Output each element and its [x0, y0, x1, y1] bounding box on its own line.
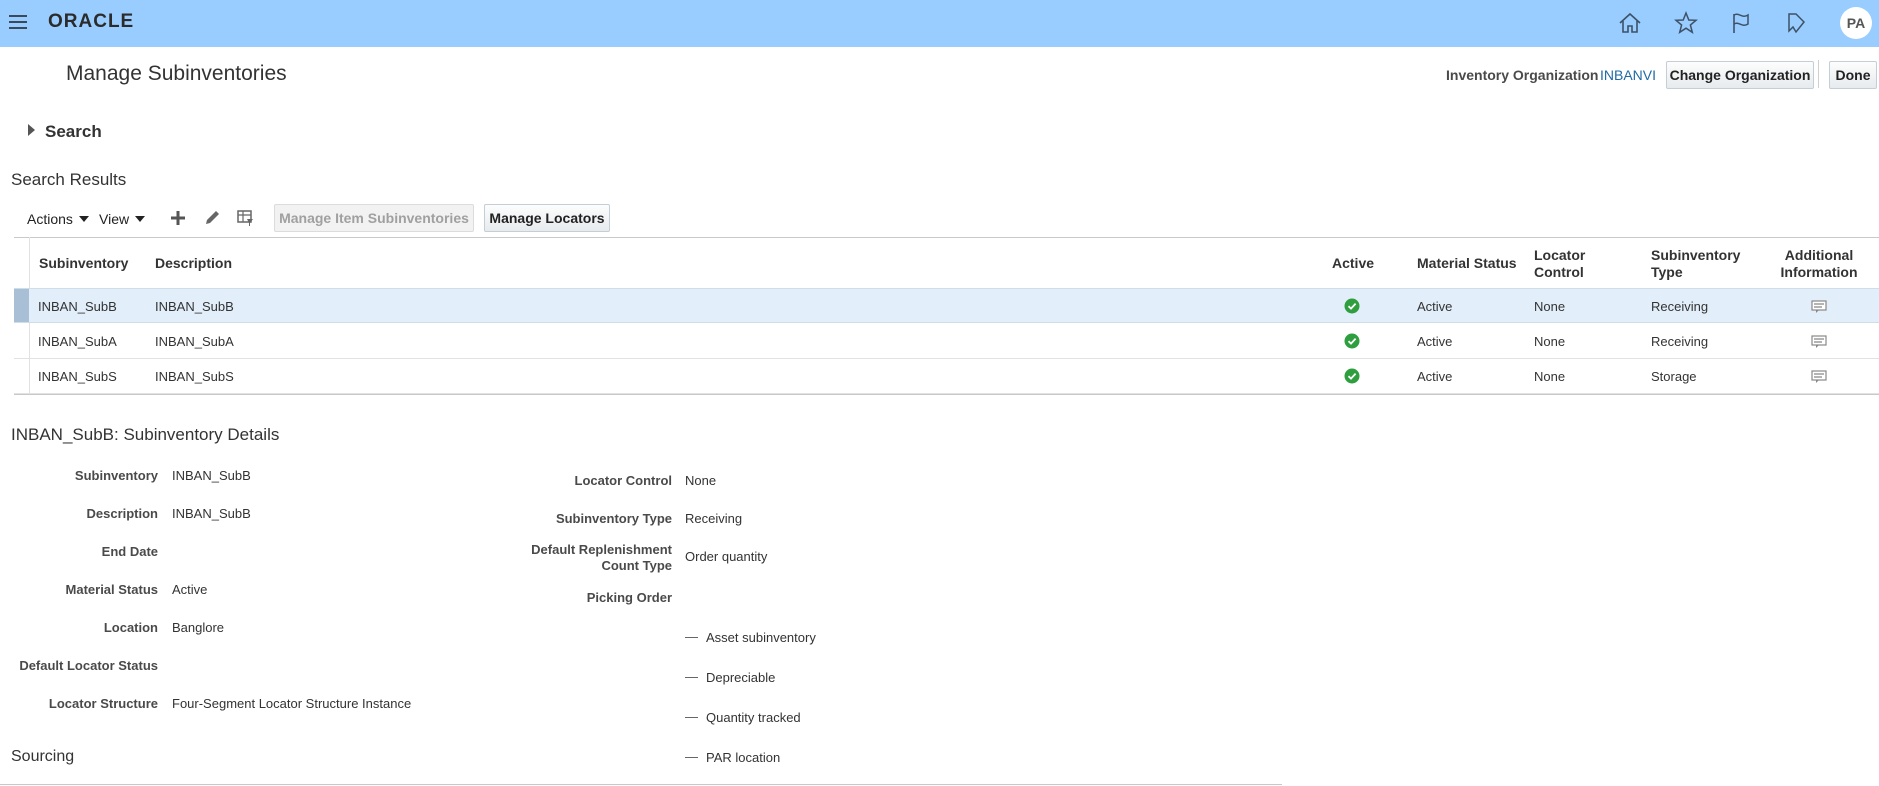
cell-locator-control: None: [1534, 369, 1566, 384]
cell-subinventory-type: Receiving: [1651, 334, 1709, 349]
view-menu[interactable]: View: [99, 211, 146, 227]
inventory-organization-value: INBANVI: [1600, 67, 1657, 83]
cell-material-status: Active: [1417, 299, 1453, 314]
default-replenishment-count-type-value: Order quantity: [685, 549, 768, 564]
subinventory-value: INBAN_SubB: [172, 468, 251, 483]
table-row[interactable]: INBAN_SubB INBAN_SubB Active None Receiv…: [14, 288, 1879, 323]
change-organization-button[interactable]: Change Organization: [1666, 61, 1814, 89]
favorites-star-icon[interactable]: [1673, 10, 1699, 36]
page-title: Manage Subinventories: [66, 62, 287, 85]
column-header-active[interactable]: Active: [1332, 255, 1374, 272]
search-label: Search: [45, 122, 102, 141]
oracle-logo: ORACLE: [48, 11, 135, 32]
picking-order-label: Picking Order: [586, 590, 672, 605]
cell-locator-control: None: [1534, 299, 1566, 314]
chevron-down-icon: [135, 216, 146, 222]
search-section-toggle[interactable]: Search: [28, 122, 102, 142]
material-status-value: Active: [172, 582, 208, 597]
par-location-checkbox: PAR location: [685, 750, 780, 765]
subinventory-type-value: Receiving: [685, 511, 743, 526]
search-results-title: Search Results: [11, 170, 127, 189]
additional-information-icon[interactable]: [1811, 300, 1827, 314]
active-check-icon: [1344, 368, 1360, 384]
row-selector: [14, 289, 29, 322]
done-button[interactable]: Done: [1829, 61, 1877, 89]
material-status-label: Material Status: [65, 582, 158, 597]
active-check-icon: [1344, 333, 1360, 349]
global-header: ORACLE PA: [0, 0, 1879, 47]
cell-description: INBAN_SubS: [155, 369, 234, 384]
column-header-additional-information[interactable]: Additional Information: [1779, 247, 1859, 281]
table-row[interactable]: INBAN_SubA INBAN_SubA Active None Receiv…: [14, 324, 1879, 359]
cell-material-status: Active: [1417, 334, 1453, 349]
expand-triangle-icon: [28, 124, 35, 136]
column-header-material-status[interactable]: Material Status: [1417, 255, 1517, 272]
notifications-icon[interactable]: [1782, 10, 1808, 36]
manage-locators-button[interactable]: Manage Locators: [484, 204, 610, 232]
table-row[interactable]: INBAN_SubS INBAN_SubS Active None Storag…: [14, 359, 1879, 394]
locator-structure-label: Locator Structure: [48, 696, 158, 711]
manage-item-subinventories-button[interactable]: Manage Item Subinventories: [274, 204, 474, 232]
cell-subinventory: INBAN_SubA: [38, 334, 117, 349]
sourcing-section-title: Sourcing: [11, 748, 75, 765]
cell-subinventory: INBAN_SubB: [38, 299, 117, 314]
cell-description: INBAN_SubA: [155, 334, 234, 349]
cell-subinventory-type: Receiving: [1651, 299, 1709, 314]
end-date-label: End Date: [101, 544, 158, 559]
edit-pencil-icon[interactable]: [202, 208, 222, 228]
depreciable-checkbox: Depreciable: [685, 670, 775, 685]
locator-structure-value: Four-Segment Locator Structure Instance: [172, 696, 412, 711]
column-header-locator-control[interactable]: Locator Control: [1534, 247, 1585, 281]
column-header-description[interactable]: Description: [155, 255, 232, 272]
locator-control-label: Locator Control: [574, 473, 673, 488]
additional-information-icon[interactable]: [1811, 370, 1827, 384]
subinventory-label: Subinventory: [74, 468, 158, 483]
navigator-menu-icon[interactable]: [9, 15, 27, 29]
details-section-title: INBAN_SubB: Subinventory Details: [11, 425, 280, 444]
location-label: Location: [103, 620, 158, 635]
query-by-example-icon[interactable]: [236, 208, 256, 228]
additional-information-icon[interactable]: [1811, 335, 1827, 349]
asset-subinventory-checkbox: Asset subinventory: [685, 630, 816, 645]
add-icon[interactable]: [168, 208, 188, 228]
watchlist-flag-icon[interactable]: [1728, 10, 1754, 36]
home-icon[interactable]: [1617, 10, 1643, 36]
toolbar-divider: [1818, 60, 1819, 88]
subinventory-type-label: Subinventory Type: [555, 511, 672, 526]
column-header-subinventory-type[interactable]: Subinventory Type: [1651, 247, 1740, 281]
locator-control-value: None: [685, 473, 717, 488]
cell-subinventory: INBAN_SubS: [38, 369, 117, 384]
inventory-organization-label: Inventory Organization: [1446, 67, 1599, 83]
active-check-icon: [1344, 298, 1360, 314]
cell-material-status: Active: [1417, 369, 1453, 384]
quantity-tracked-checkbox: Quantity tracked: [685, 710, 801, 725]
cell-locator-control: None: [1534, 334, 1566, 349]
location-value: Banglore: [172, 620, 225, 635]
description-label: Description: [86, 506, 158, 521]
default-replenishment-count-type-label: Default Replenishment Count Type: [531, 542, 672, 573]
actions-menu[interactable]: Actions: [27, 211, 89, 227]
cell-subinventory-type: Storage: [1651, 369, 1697, 384]
chevron-down-icon: [78, 216, 89, 222]
user-avatar[interactable]: PA: [1840, 7, 1872, 39]
description-value: INBAN_SubB: [172, 506, 251, 521]
cell-description: INBAN_SubB: [155, 299, 234, 314]
default-locator-status-label: Default Locator Status: [19, 658, 158, 673]
column-header-subinventory[interactable]: Subinventory: [39, 255, 128, 272]
